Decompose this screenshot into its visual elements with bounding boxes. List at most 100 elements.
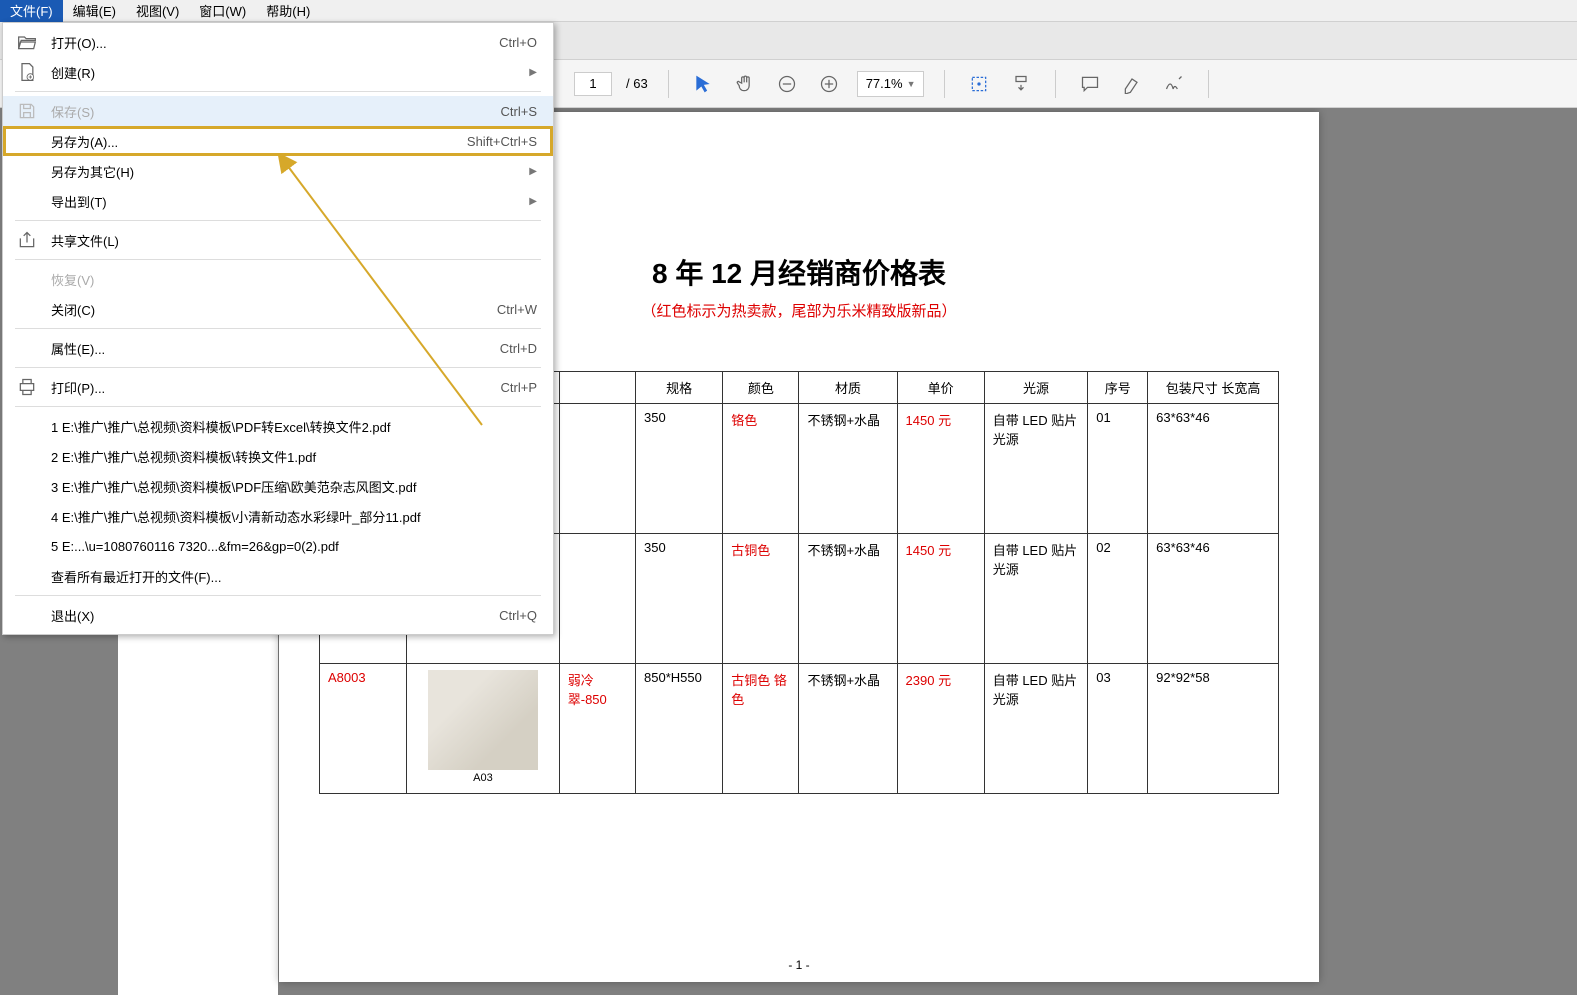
cell-seq: 03 bbox=[1088, 664, 1148, 794]
menu-open[interactable]: 打开(O)... Ctrl+O bbox=[3, 27, 553, 57]
th-material: 材质 bbox=[799, 372, 897, 404]
cell-material: 不锈钢+水晶 bbox=[799, 404, 897, 534]
blank-icon bbox=[15, 414, 39, 438]
menu-exit-shortcut: Ctrl+Q bbox=[499, 608, 537, 623]
menu-export[interactable]: 导出到(T) ▶ bbox=[3, 186, 553, 216]
menu-recent1[interactable]: 1 E:\推广\推广\总视频\资料模板\PDF转Excel\转换文件2.pdf bbox=[3, 411, 553, 441]
menu-restore-label: 恢复(V) bbox=[51, 270, 537, 289]
menu-create[interactable]: 创建(R) ▶ bbox=[3, 57, 553, 87]
th-color: 颜色 bbox=[723, 372, 799, 404]
menu-open-label: 打开(O)... bbox=[51, 33, 499, 52]
blank-icon bbox=[15, 564, 39, 588]
blank-icon bbox=[15, 444, 39, 468]
menu-print-shortcut: Ctrl+P bbox=[501, 380, 537, 395]
folder-open-icon bbox=[15, 30, 39, 54]
menu-viewall[interactable]: 查看所有最近打开的文件(F)... bbox=[3, 561, 553, 591]
menu-viewall-label: 查看所有最近打开的文件(F)... bbox=[51, 567, 537, 586]
menu-saveas-other[interactable]: 另存为其它(H) ▶ bbox=[3, 156, 553, 186]
cell-color: 古铜色 铬色 bbox=[723, 664, 799, 794]
menu-close-label: 关闭(C) bbox=[51, 300, 497, 319]
menu-print[interactable]: 打印(P)... Ctrl+P bbox=[3, 372, 553, 402]
cell-spec: 850*H550 bbox=[636, 664, 723, 794]
menu-recent4[interactable]: 4 E:\推广\推广\总视频\资料模板\小清新动态水彩绿叶_部分11.pdf bbox=[3, 501, 553, 531]
menu-save-shortcut: Ctrl+S bbox=[501, 104, 537, 119]
zoom-in-icon[interactable] bbox=[815, 70, 843, 98]
menu-open-shortcut: Ctrl+O bbox=[499, 35, 537, 50]
cell-pkg: 92*92*58 bbox=[1148, 664, 1279, 794]
menu-share-label: 共享文件(L) bbox=[51, 231, 537, 250]
menu-exit-label: 退出(X) bbox=[51, 606, 499, 625]
menu-recent2-label: 2 E:\推广\推广\总视频\资料模板\转换文件1.pdf bbox=[51, 447, 537, 466]
menu-properties-label: 属性(E)... bbox=[51, 339, 500, 358]
cell-light: 自带 LED 贴片光源 bbox=[984, 404, 1088, 534]
menu-export-label: 导出到(T) bbox=[51, 192, 529, 211]
menu-restore: 恢复(V) bbox=[3, 264, 553, 294]
menu-save-label: 保存(S) bbox=[51, 102, 501, 121]
th-name bbox=[559, 372, 635, 404]
cell-light: 自带 LED 贴片光源 bbox=[984, 664, 1088, 794]
zoom-dropdown[interactable]: 77.1% ▼ bbox=[857, 71, 925, 97]
cell-pkg: 63*63*46 bbox=[1148, 404, 1279, 534]
blank-icon bbox=[15, 474, 39, 498]
cell-light: 自带 LED 贴片光源 bbox=[984, 534, 1088, 664]
cell-material: 不锈钢+水晶 bbox=[799, 534, 897, 664]
cell-image: A03 bbox=[407, 664, 560, 794]
cell-model: A8003 bbox=[320, 664, 407, 794]
zoom-value: 77.1% bbox=[866, 76, 903, 91]
page-number: - 1 - bbox=[279, 958, 1319, 972]
menu-recent5-label: 5 E:...\u=1080760116 7320...&fm=26&gp=0(… bbox=[51, 539, 537, 554]
menu-close[interactable]: 关闭(C) Ctrl+W bbox=[3, 294, 553, 324]
cell-price: 2390 元 bbox=[897, 664, 984, 794]
th-light: 光源 bbox=[984, 372, 1088, 404]
share-icon bbox=[15, 228, 39, 252]
submenu-arrow-icon: ▶ bbox=[529, 196, 537, 207]
blank-icon bbox=[15, 603, 39, 627]
menu-edit[interactable]: 编辑(E) bbox=[63, 0, 126, 22]
fit-page-icon[interactable] bbox=[965, 70, 993, 98]
blank-icon bbox=[15, 267, 39, 291]
th-seq: 序号 bbox=[1088, 372, 1148, 404]
menu-saveas-other-label: 另存为其它(H) bbox=[51, 162, 529, 181]
highlight-icon[interactable] bbox=[1118, 70, 1146, 98]
menu-help[interactable]: 帮助(H) bbox=[256, 0, 320, 22]
th-price: 单价 bbox=[897, 372, 984, 404]
menu-create-label: 创建(R) bbox=[51, 63, 529, 82]
menu-recent3[interactable]: 3 E:\推广\推广\总视频\资料模板\PDF压缩\欧美范杂志风图文.pdf bbox=[3, 471, 553, 501]
comment-icon[interactable] bbox=[1076, 70, 1104, 98]
menu-window[interactable]: 窗口(W) bbox=[189, 0, 256, 22]
cell-material: 不锈钢+水晶 bbox=[799, 664, 897, 794]
scroll-mode-icon[interactable] bbox=[1007, 70, 1035, 98]
menu-recent4-label: 4 E:\推广\推广\总视频\资料模板\小清新动态水彩绿叶_部分11.pdf bbox=[51, 507, 537, 526]
cell-color: 古铜色 bbox=[723, 534, 799, 664]
sign-icon[interactable] bbox=[1160, 70, 1188, 98]
menu-saveas[interactable]: 另存为(A)... Shift+Ctrl+S bbox=[3, 126, 553, 156]
menu-properties[interactable]: 属性(E)... Ctrl+D bbox=[3, 333, 553, 363]
blank-icon bbox=[15, 504, 39, 528]
cell-seq: 01 bbox=[1088, 404, 1148, 534]
menu-share[interactable]: 共享文件(L) bbox=[3, 225, 553, 255]
menu-close-shortcut: Ctrl+W bbox=[497, 302, 537, 317]
blank-icon bbox=[15, 189, 39, 213]
cell-color: 铬色 bbox=[723, 404, 799, 534]
menu-exit[interactable]: 退出(X) Ctrl+Q bbox=[3, 600, 553, 630]
page-total: / 63 bbox=[626, 76, 648, 91]
file-menu-dropdown: 打开(O)... Ctrl+O 创建(R) ▶ 保存(S) Ctrl+S 另存为… bbox=[2, 22, 554, 635]
cell-spec: 350 bbox=[636, 404, 723, 534]
menu-file[interactable]: 文件(F) bbox=[0, 0, 63, 22]
blank-icon bbox=[15, 336, 39, 360]
cell-price: 1450 元 bbox=[897, 404, 984, 534]
menu-recent5[interactable]: 5 E:...\u=1080760116 7320...&fm=26&gp=0(… bbox=[3, 531, 553, 561]
page-input[interactable] bbox=[574, 72, 612, 96]
menu-recent2[interactable]: 2 E:\推广\推广\总视频\资料模板\转换文件1.pdf bbox=[3, 441, 553, 471]
cursor-tool-icon[interactable] bbox=[689, 70, 717, 98]
save-icon bbox=[15, 99, 39, 123]
menu-view[interactable]: 视图(V) bbox=[126, 0, 189, 22]
submenu-arrow-icon: ▶ bbox=[529, 166, 537, 177]
zoom-out-icon[interactable] bbox=[773, 70, 801, 98]
hand-tool-icon[interactable] bbox=[731, 70, 759, 98]
cell-pkg: 63*63*46 bbox=[1148, 534, 1279, 664]
blank-icon bbox=[15, 297, 39, 321]
menu-print-label: 打印(P)... bbox=[51, 378, 501, 397]
menu-properties-shortcut: Ctrl+D bbox=[500, 341, 537, 356]
th-spec: 规格 bbox=[636, 372, 723, 404]
